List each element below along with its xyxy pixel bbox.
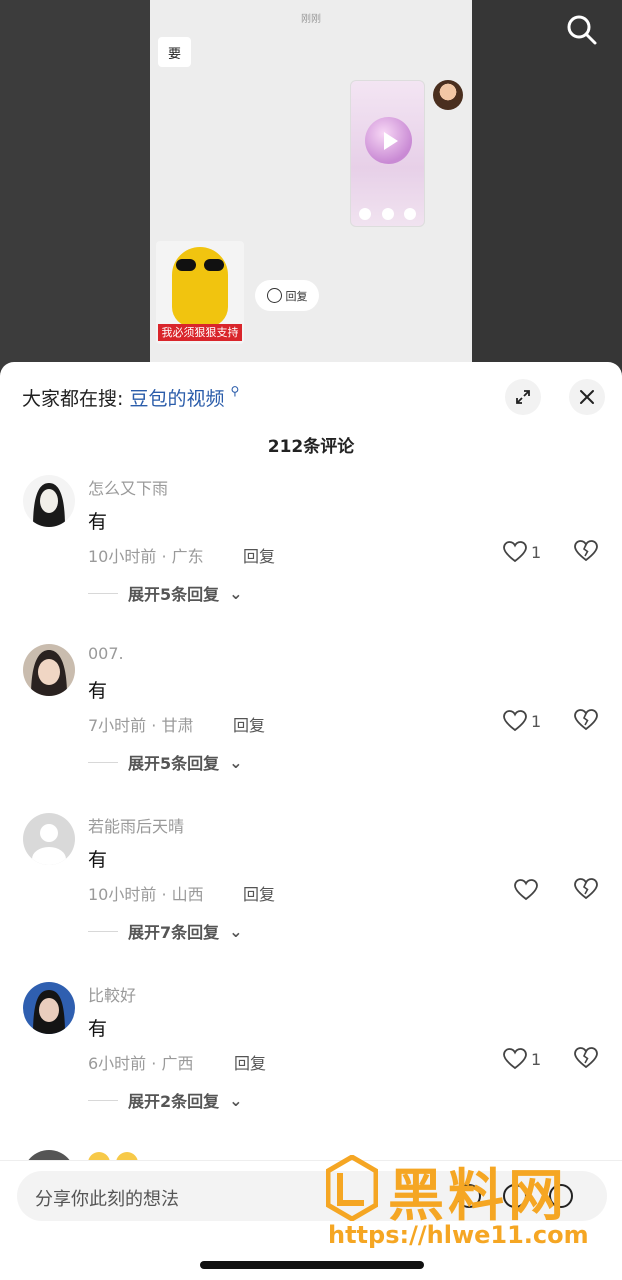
- divider-line: [88, 592, 118, 594]
- reply-button[interactable]: 回复: [243, 881, 275, 905]
- call-controls: [359, 208, 416, 220]
- divider-line: [88, 1099, 118, 1101]
- sticker-caption: 我必须狠狠支持: [158, 324, 242, 341]
- emoji-icon[interactable]: [503, 1184, 527, 1208]
- expand-button[interactable]: [505, 379, 541, 415]
- sunglasses-graphic: [176, 259, 224, 271]
- expand-icon: [516, 390, 530, 404]
- search-icon[interactable]: [566, 14, 598, 46]
- trending-search[interactable]: 大家都在搜: 豆包的视频 ⚲: [22, 384, 239, 411]
- input-actions: [457, 1184, 573, 1208]
- dislike-button[interactable]: [573, 539, 599, 565]
- chat-timestamp: 刚刚: [301, 14, 321, 25]
- expand-replies[interactable]: 展开7条回复 ⌄: [88, 919, 243, 943]
- close-icon: [580, 390, 594, 404]
- comment-meta: 10小时前 · 广东: [88, 547, 204, 566]
- like-count: 1: [531, 711, 542, 731]
- like-button[interactable]: 1: [503, 708, 541, 734]
- play-icon: [383, 131, 398, 150]
- expand-replies-label: 展开7条回复: [128, 923, 220, 942]
- comment-text: 有: [88, 849, 108, 871]
- sticker-image: 我必须狠狠支持: [156, 241, 244, 344]
- comment-input-placeholder: 分享你此刻的想法: [35, 1189, 179, 1210]
- chat-reply-label: 回复: [285, 289, 308, 303]
- expand-replies-label: 展开2条回复: [128, 1092, 220, 1111]
- avatar[interactable]: [23, 982, 75, 1034]
- dislike-button[interactable]: [573, 708, 599, 734]
- comment-meta: 7小时前 · 甘肃: [88, 716, 194, 735]
- comment-username[interactable]: 比較好: [88, 982, 136, 1006]
- broken-heart-icon: [574, 709, 598, 731]
- comment-meta: 6小时前 · 广西: [88, 1054, 194, 1073]
- comment-username[interactable]: 若能雨后天晴: [88, 813, 184, 837]
- divider-line: [88, 761, 118, 763]
- comment-meta: 10小时前 · 山西: [88, 885, 204, 904]
- chat-reply-chip: 回复: [255, 280, 319, 311]
- dislike-button[interactable]: [573, 1046, 599, 1072]
- expand-replies[interactable]: 展开2条回复 ⌄: [88, 1088, 243, 1112]
- broken-heart-icon: [574, 1047, 598, 1069]
- broken-heart-icon: [574, 878, 598, 900]
- like-button[interactable]: [514, 877, 542, 903]
- expand-replies[interactable]: 展开5条回复 ⌄: [88, 581, 243, 605]
- avatar[interactable]: [23, 813, 75, 865]
- comment-item: 怎么又下雨 有 10小时前 · 广东 回复 1 展开5条回复 ⌄: [0, 475, 622, 635]
- like-count: 1: [531, 542, 542, 562]
- sheet-header: 大家都在搜: 豆包的视频 ⚲: [0, 362, 622, 430]
- video-side-right: [472, 0, 622, 370]
- shared-screen-thumbnail: [350, 80, 425, 227]
- chat-avatar: [433, 80, 463, 110]
- heart-icon: [503, 710, 527, 732]
- comment-username[interactable]: 怎么又下雨: [88, 475, 168, 499]
- video-side-left: [0, 0, 150, 370]
- smile-icon: [266, 288, 282, 303]
- image-icon[interactable]: [549, 1184, 573, 1208]
- chevron-down-icon: ⌄: [229, 752, 243, 772]
- comment-item: 若能雨后天晴 有 10小时前 · 山西 回复 展开7条回复 ⌄: [0, 813, 622, 973]
- chevron-down-icon: ⌄: [229, 921, 243, 941]
- heart-icon: [503, 1048, 527, 1070]
- divider-line: [88, 930, 118, 932]
- dislike-button[interactable]: [573, 877, 599, 903]
- reply-button[interactable]: 回复: [234, 1050, 266, 1074]
- comment-item: 比較好 有 6小时前 · 广西 回复 1 展开2条回复 ⌄: [0, 982, 622, 1142]
- comment-sheet: 大家都在搜: 豆包的视频 ⚲ 212条评论 怎么又下雨 有 10小时前 · 广东…: [0, 362, 622, 1280]
- like-button[interactable]: 1: [503, 539, 541, 565]
- video-player[interactable]: 刚刚 要 我必须狠狠支持 回复: [0, 0, 622, 370]
- home-indicator[interactable]: [200, 1261, 424, 1269]
- comment-count-title: 212条评论: [267, 437, 355, 457]
- at-icon[interactable]: [457, 1184, 481, 1208]
- heart-icon: [503, 541, 527, 563]
- expand-replies-label: 展开5条回复: [128, 754, 220, 773]
- reply-button[interactable]: 回复: [243, 543, 275, 567]
- trending-search-prefix: 大家都在搜:: [22, 388, 124, 410]
- trending-search-keyword[interactable]: 豆包的视频: [129, 388, 224, 410]
- expand-replies[interactable]: 展开5条回复 ⌄: [88, 750, 243, 774]
- screen: 刚刚 要 我必须狠狠支持 回复 大家都在搜: 豆包的视频 ⚲ 212条评论 怎么…: [0, 0, 622, 1280]
- chevron-down-icon: ⌄: [229, 1090, 243, 1110]
- broken-heart-icon: [574, 540, 598, 562]
- chat-bubble: 要: [158, 37, 191, 67]
- like-count: 1: [531, 1049, 542, 1069]
- avatar[interactable]: [23, 475, 75, 527]
- heart-icon: [514, 879, 538, 901]
- voice-orb: [365, 117, 412, 164]
- like-button[interactable]: 1: [503, 1046, 541, 1072]
- comment-text: 有: [88, 680, 108, 702]
- chevron-down-icon: ⌄: [229, 583, 243, 603]
- expand-replies-label: 展开5条回复: [128, 585, 220, 604]
- comment-item: 007. 有 7小时前 · 甘肃 回复 1 展开5条回复 ⌄: [0, 644, 622, 804]
- small-search-icon: ⚲: [230, 384, 240, 398]
- close-button[interactable]: [569, 379, 605, 415]
- avatar[interactable]: [23, 644, 75, 696]
- comment-text: 有: [88, 511, 108, 533]
- reply-button[interactable]: 回复: [233, 712, 265, 736]
- chat-screenshot: 刚刚 要 我必须狠狠支持 回复: [150, 0, 472, 370]
- comment-text: 有: [88, 1018, 108, 1040]
- comment-username[interactable]: 007.: [88, 644, 124, 663]
- comment-input[interactable]: 分享你此刻的想法: [17, 1171, 607, 1221]
